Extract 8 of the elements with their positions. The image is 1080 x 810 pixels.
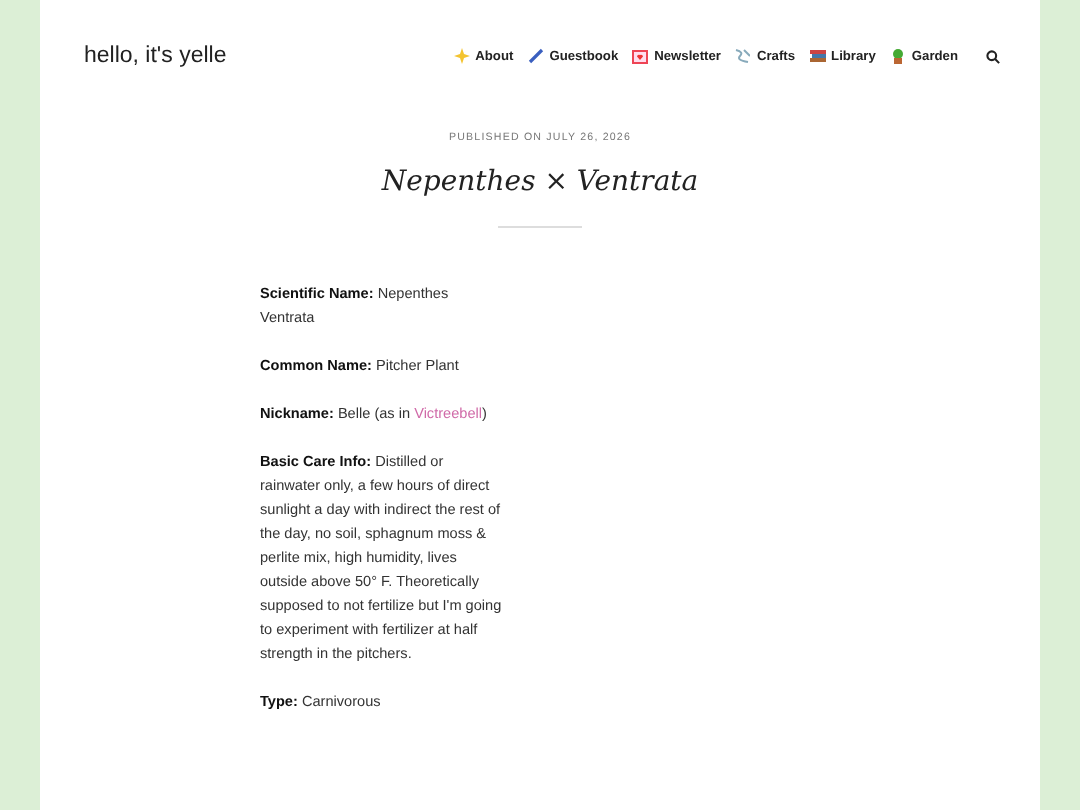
sparkle-icon	[453, 48, 470, 64]
site-title[interactable]: hello, it's yelle	[84, 44, 227, 68]
potted-plant-icon	[889, 48, 906, 64]
books-icon	[809, 48, 826, 64]
pen-icon	[527, 48, 544, 64]
search-icon[interactable]	[986, 49, 1000, 63]
post-title: Nepenthes × Ventrata	[381, 166, 699, 198]
envelope-icon	[632, 49, 649, 63]
